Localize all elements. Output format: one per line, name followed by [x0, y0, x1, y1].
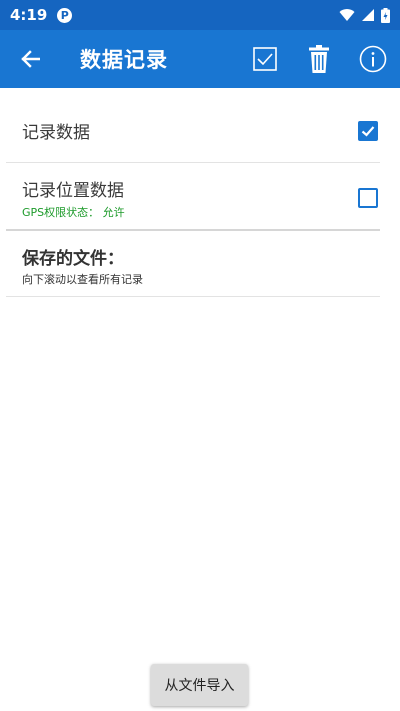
- record-data-checkbox[interactable]: [358, 121, 378, 141]
- divider: [6, 296, 380, 297]
- record-location-checkbox[interactable]: [358, 188, 378, 208]
- import-from-file-button[interactable]: 从文件导入: [151, 664, 248, 706]
- app-bar: 数据记录: [0, 30, 400, 88]
- notification-badge-icon: P: [57, 7, 73, 23]
- check-icon: [361, 126, 375, 137]
- select-all-checkbox-icon: [253, 47, 277, 71]
- setting-record-location-label: 记录位置数据: [22, 181, 124, 201]
- battery-charging-icon: [381, 7, 390, 23]
- status-icons: [339, 7, 390, 23]
- saved-files-hint: 向下滚动以查看所有记录: [22, 273, 143, 286]
- setting-record-location[interactable]: 记录位置数据 GPS权限状态： 允许: [0, 163, 400, 229]
- delete-button[interactable]: [292, 30, 346, 88]
- wifi-icon: [339, 9, 355, 21]
- select-all-button[interactable]: [238, 30, 292, 88]
- divider: [6, 229, 380, 231]
- setting-record-data[interactable]: 记录数据: [0, 88, 400, 162]
- setting-record-data-label: 记录数据: [22, 123, 90, 143]
- saved-files-heading: 保存的文件：: [22, 249, 124, 269]
- arrow-back-icon: [21, 50, 40, 68]
- page-title: 数据记录: [80, 48, 168, 72]
- trash-icon: [309, 45, 329, 73]
- gps-permission-status: GPS权限状态： 允许: [22, 206, 125, 219]
- info-button[interactable]: [346, 30, 400, 88]
- cellular-signal-icon: [362, 9, 374, 21]
- status-time: 4:19: [10, 6, 48, 24]
- back-button[interactable]: [0, 30, 60, 88]
- app-bar-actions: [238, 30, 400, 88]
- info-icon: [359, 45, 387, 73]
- status-bar: 4:19 P: [0, 0, 400, 30]
